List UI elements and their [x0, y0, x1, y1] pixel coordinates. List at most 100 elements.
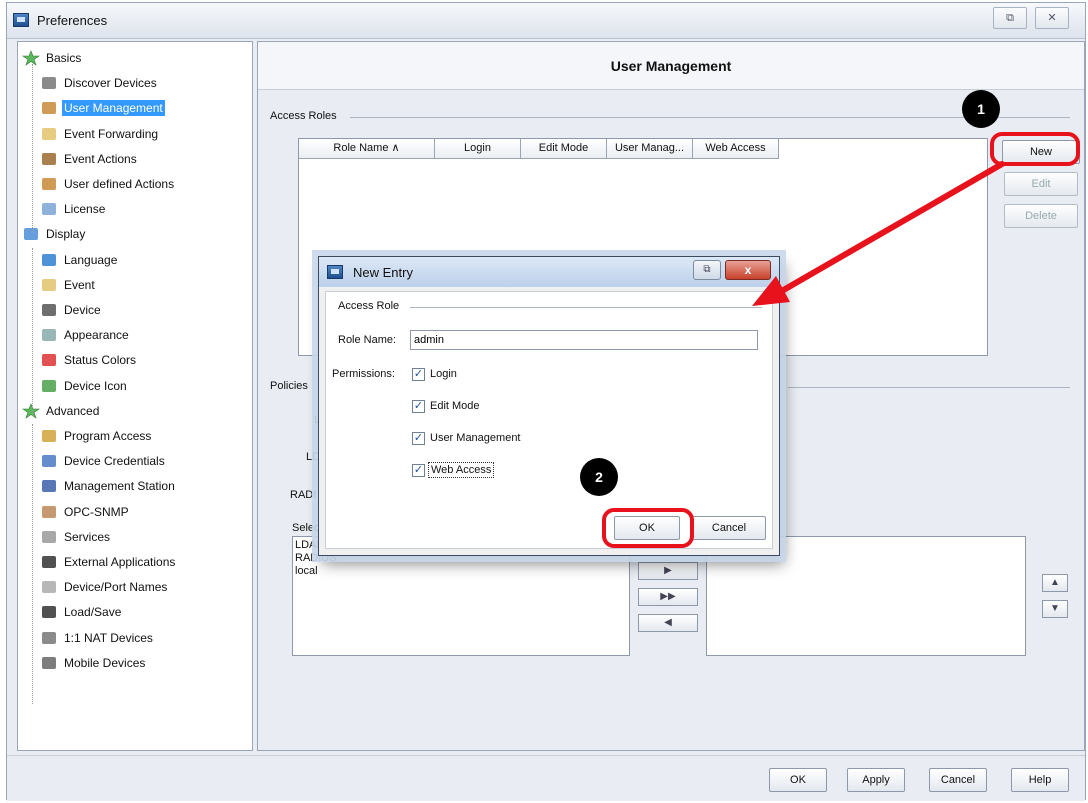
- sidebar-item-device-port-names[interactable]: Device/Port Names: [40, 577, 169, 597]
- station-icon: [40, 478, 58, 494]
- sidebar-item-label: Program Access: [64, 429, 152, 443]
- device-icon: [40, 302, 58, 318]
- nat-icon: [40, 630, 58, 646]
- new-entry-dialog: New Entry ⧉ x Access Role Role Name: Per…: [318, 256, 780, 556]
- column-header[interactable]: Web Access: [693, 139, 779, 159]
- user-management-checkbox[interactable]: ✓: [412, 432, 425, 445]
- roles-table-header: Role Name ∧ Login Edit Mode User Manag... We…: [299, 139, 779, 159]
- edit-mode-checkbox[interactable]: ✓: [412, 400, 425, 413]
- sidebar-item-management-station[interactable]: Management Station: [40, 476, 177, 496]
- dialog-restore-icon[interactable]: ⧉: [693, 260, 721, 280]
- move-up-button[interactable]: ▲: [1042, 574, 1068, 592]
- port-icon: [40, 579, 58, 595]
- globe-icon: [40, 252, 58, 268]
- navigation-tree: Basics Discover Devices User Management Eve…: [17, 41, 253, 751]
- dialog-close-button[interactable]: x: [725, 260, 771, 280]
- access-roles-divider: [350, 117, 1070, 118]
- sidebar-item-license[interactable]: License: [40, 199, 107, 219]
- move-all-right-button[interactable]: ▶▶: [638, 588, 698, 606]
- sidebar-item-mobile-devices[interactable]: Mobile Devices: [40, 653, 147, 673]
- sidebar-item-event-forwarding[interactable]: Event Forwarding: [40, 124, 160, 144]
- restore-button[interactable]: ⧉: [993, 7, 1027, 29]
- move-down-button[interactable]: ▼: [1042, 600, 1068, 618]
- window-titlebar: Preferences ⧉ ✕: [7, 3, 1085, 39]
- sidebar-item-opc-snmp[interactable]: OPC-SNMP: [40, 502, 131, 522]
- sidebar-item-label: Event Actions: [64, 151, 137, 166]
- sidebar-item-label: Display: [46, 227, 86, 242]
- sidebar-item-1-1-nat-devices[interactable]: 1:1 NAT Devices: [40, 628, 155, 648]
- sidebar-item-label: Mobile Devices: [64, 655, 146, 670]
- ok-button[interactable]: OK: [769, 768, 827, 792]
- sidebar-item-label: Device/Port Names: [64, 580, 168, 595]
- sidebar-item-label: Advanced: [46, 403, 100, 418]
- new-button-highlight: [990, 132, 1080, 166]
- sidebar-item-device-icon[interactable]: Device Icon: [40, 376, 129, 396]
- role-name-input[interactable]: [410, 330, 758, 350]
- sidebar-item-label: Load/Save: [64, 605, 122, 620]
- move-left-button[interactable]: ◀: [638, 614, 698, 632]
- page-title: User Management: [258, 42, 1084, 90]
- sidebar-item-device-credentials[interactable]: Device Credentials: [40, 451, 167, 471]
- sidebar-item-label: External Applications: [64, 555, 176, 569]
- sidebar-item-label: Services: [64, 529, 111, 544]
- floppy-icon: [40, 604, 58, 620]
- step-badge-1: 1: [962, 90, 1000, 128]
- delete-role-button[interactable]: Delete: [1004, 204, 1078, 228]
- sidebar-item-status-colors[interactable]: Status Colors: [40, 350, 138, 370]
- sidebar-item-user-management[interactable]: User Management: [40, 98, 165, 118]
- sidebar-item-label: Status Colors: [64, 353, 137, 368]
- sidebar-item-label: Language: [64, 252, 118, 267]
- sidebar-item-label: Appearance: [64, 328, 129, 343]
- sidebar-item-label: Device: [64, 303, 101, 317]
- sidebar-item-services[interactable]: Services: [40, 527, 112, 547]
- tree-guide-line: [32, 424, 33, 704]
- column-header[interactable]: User Manag...: [607, 139, 693, 159]
- folder-icon: [40, 126, 58, 142]
- sidebar-item-appearance[interactable]: Appearance: [40, 325, 131, 345]
- sidebar-item-language[interactable]: Language: [40, 250, 119, 270]
- mobile-icon: [40, 655, 58, 671]
- sidebar-item-event[interactable]: Event: [40, 275, 97, 295]
- sidebar-item-event-actions[interactable]: Event Actions: [40, 149, 139, 169]
- edit-role-button[interactable]: Edit: [1004, 172, 1078, 196]
- access-role-group-label: Access Role: [338, 300, 400, 312]
- star-icon: [22, 50, 40, 66]
- sidebar-item-program-access[interactable]: Program Access: [40, 426, 153, 446]
- sidebar-item-label: License: [64, 202, 106, 217]
- edit-mode-label: Edit Mode: [430, 400, 480, 412]
- help-button[interactable]: Help: [1011, 768, 1069, 792]
- sidebar-item-load-save[interactable]: Load/Save: [40, 602, 123, 622]
- sidebar-item-discover-devices[interactable]: Discover Devices: [40, 73, 159, 93]
- sidebar-item-advanced[interactable]: Advanced: [22, 401, 101, 421]
- sidebar-item-label: Device Credentials: [64, 454, 165, 469]
- list-item[interactable]: local: [295, 565, 627, 578]
- sidebar-item-external-applications[interactable]: External Applications: [40, 552, 177, 572]
- sidebar-item-device[interactable]: Device: [40, 300, 103, 320]
- dialog-cancel-button[interactable]: Cancel: [692, 516, 766, 540]
- policies-divider: [788, 387, 1070, 388]
- column-header[interactable]: Login: [435, 139, 521, 159]
- step-badge-2: 2: [580, 458, 618, 496]
- sidebar-item-label: 1:1 NAT Devices: [64, 630, 153, 645]
- dialog-body: Access Role Role Name: Permissions: ✓ Lo…: [325, 291, 773, 549]
- sidebar-item-user-defined-actions[interactable]: User defined Actions: [40, 174, 176, 194]
- permissions-label: Permissions:: [332, 368, 395, 380]
- column-header[interactable]: Edit Mode: [521, 139, 607, 159]
- user-management-label: User Management: [430, 432, 521, 444]
- app-icon: [40, 554, 58, 570]
- column-header[interactable]: Role Name ∧: [299, 139, 435, 159]
- sidebar-item-label: Event Forwarding: [64, 126, 159, 141]
- policy-field-3-label: RADI: [290, 489, 317, 501]
- cancel-button[interactable]: Cancel: [929, 768, 987, 792]
- sidebar-item-label: Device Icon: [64, 378, 127, 393]
- color-wheel-icon: [40, 352, 58, 368]
- license-icon: [40, 201, 58, 217]
- sidebar-item-label: Management Station: [64, 479, 175, 494]
- move-right-button[interactable]: ▶: [638, 562, 698, 580]
- login-checkbox[interactable]: ✓: [412, 368, 425, 381]
- web-access-checkbox[interactable]: ✓: [412, 464, 425, 477]
- opc-icon: [40, 504, 58, 520]
- dialog-titlebar: New Entry ⧉ x: [319, 257, 779, 287]
- apply-button[interactable]: Apply: [847, 768, 905, 792]
- close-button[interactable]: ✕: [1035, 7, 1069, 29]
